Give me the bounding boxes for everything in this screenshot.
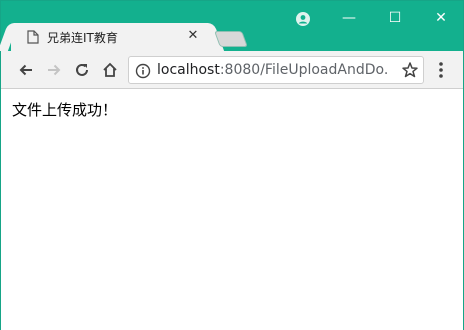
profile-icon[interactable]	[295, 11, 311, 27]
forward-arrow-icon	[48, 64, 61, 76]
info-icon[interactable]	[135, 63, 151, 79]
window-close-button[interactable]: ✕	[419, 5, 463, 31]
maximize-button[interactable]: ☐	[373, 5, 417, 31]
forward-button[interactable]	[41, 57, 67, 83]
address-bar[interactable]: localhost:8080/FileUploadAndDo...	[128, 56, 424, 84]
tab-active[interactable]: 兄弟连IT教育 ✕	[11, 23, 211, 51]
back-arrow-icon	[19, 64, 32, 76]
home-icon	[103, 62, 117, 77]
star-icon[interactable]	[401, 61, 419, 79]
home-button[interactable]	[97, 57, 123, 83]
url-text[interactable]: localhost:8080/FileUploadAndDo...	[157, 62, 387, 78]
url-host: localhost	[157, 62, 220, 78]
title-bar[interactable]: 兄弟连IT教育 ✕ — ☐ ✕	[1, 1, 463, 51]
tab-title: 兄弟连IT教育	[47, 31, 118, 45]
back-button[interactable]	[13, 57, 39, 83]
reload-icon	[76, 63, 88, 76]
reload-button[interactable]	[69, 57, 95, 83]
kebab-menu-icon[interactable]	[433, 59, 449, 81]
browser-window: 兄弟连IT教育 ✕ — ☐ ✕ localhost:8080/FileUploa…	[0, 0, 464, 330]
browser-toolbar: localhost:8080/FileUploadAndDo...	[1, 51, 463, 89]
document-icon	[27, 30, 39, 44]
url-path: :8080/FileUploadAndDo...	[219, 62, 387, 78]
page-content: 文件上传成功！	[1, 90, 463, 330]
tab-close-button[interactable]: ✕	[186, 29, 200, 43]
minimize-button[interactable]: —	[327, 5, 371, 31]
upload-success-message: 文件上传成功！	[12, 101, 118, 119]
new-tab-button[interactable]	[214, 31, 248, 47]
